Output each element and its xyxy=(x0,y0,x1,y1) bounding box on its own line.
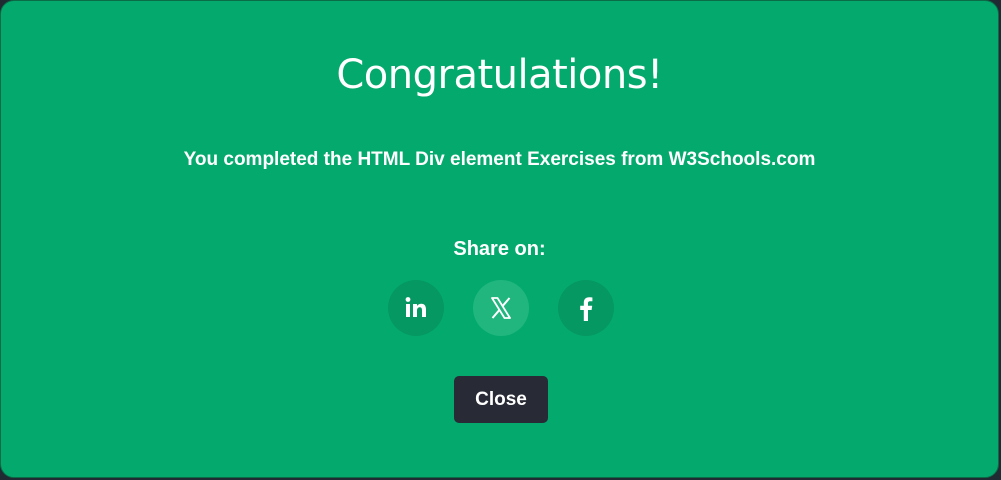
facebook-icon xyxy=(574,295,598,321)
close-button[interactable]: Close xyxy=(454,376,548,423)
completion-message: You completed the HTML Div element Exerc… xyxy=(183,149,816,170)
share-label: Share on: xyxy=(453,238,546,260)
modal-title: Congratulations! xyxy=(336,52,663,98)
share-buttons xyxy=(388,280,614,336)
completion-modal: Congratulations! You completed the HTML … xyxy=(0,0,999,478)
x-icon xyxy=(489,296,513,320)
share-linkedin-button[interactable] xyxy=(388,280,444,336)
linkedin-icon xyxy=(403,295,429,321)
share-x-button[interactable] xyxy=(473,280,529,336)
share-facebook-button[interactable] xyxy=(558,280,614,336)
